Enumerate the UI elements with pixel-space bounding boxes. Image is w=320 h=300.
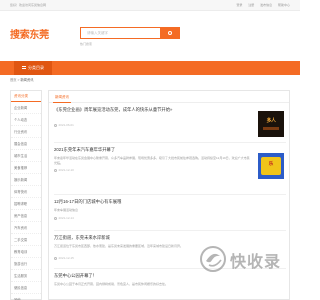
article-date: 2021-12-10: [54, 168, 286, 172]
sidebar-item[interactable]: 房产信息: [11, 210, 41, 222]
sidebar-item[interactable]: 个人动态: [11, 114, 41, 126]
article-summary: 东莞中心公园于本月正式开幕，园内绿树成荫、景色宜人，是市民休闲娱乐的好去处。: [54, 282, 169, 286]
article-summary: 年末车展活动信息: [54, 208, 79, 212]
hot-search-label: 热门搜索: [80, 42, 93, 46]
tab-news[interactable]: 新闻资讯: [55, 95, 69, 100]
breadcrumb-home[interactable]: 首页: [10, 78, 17, 82]
article-title[interactable]: 《东莞企业画》周年展览活动东莞，成年人的快乐从童节开始»: [54, 107, 254, 113]
search-icon: [168, 31, 172, 36]
article-summary: 年末嘉年华活动在东莞会展中心隆重开幕，众多汽车品牌参展，现场优惠多多，吸引了大批…: [54, 156, 250, 165]
clock-icon: [54, 216, 57, 220]
sidebar-item[interactable]: 其他: [11, 294, 41, 300]
header: 搜索东莞 请输入关键字 热门搜索: [0, 11, 300, 61]
article-thumbnail[interactable]: 多人: [258, 111, 284, 137]
sidebar-item[interactable]: 行业资讯: [11, 126, 41, 138]
help-link[interactable]: 帮助中心: [278, 3, 290, 7]
site-logo[interactable]: 搜索东莞: [10, 26, 49, 41]
sidebar-item[interactable]: 教育培训: [11, 246, 41, 258]
sidebar-item[interactable]: 旅游出行: [11, 258, 41, 270]
tab-underline: [49, 101, 289, 103]
search-input[interactable]: 请输入关键字: [87, 31, 108, 36]
list-item[interactable]: 《东莞企业画》周年展览活动东莞，成年人的快乐从童节开始» 2021-06-01 …: [54, 107, 286, 143]
post-link[interactable]: 发布信息: [260, 3, 272, 7]
watermark: 快收录: [200, 240, 300, 280]
top-bar: 您好！欢迎访问东莞信息网 登录 注册 发布信息 帮助中心: [0, 0, 300, 11]
sidebar-item[interactable]: 汽车资讯: [11, 222, 41, 234]
search-box: 请输入关键字: [80, 27, 180, 39]
register-link[interactable]: 注册: [248, 3, 254, 7]
welcome-text: 您好！欢迎访问东莞信息网: [10, 3, 47, 7]
sidebar-item[interactable]: 企业新闻: [11, 102, 41, 114]
watermark-text: 快收录: [230, 252, 282, 271]
article-date: 2021-12-14: [54, 216, 286, 220]
sidebar-title: 资讯分类: [11, 91, 41, 102]
sidebar-item[interactable]: 便民信息: [11, 282, 41, 294]
nav-item-label: 分类目录: [28, 65, 44, 70]
sidebar-item[interactable]: 城市生活: [11, 150, 41, 162]
sidebar-item[interactable]: 二手交易: [11, 234, 41, 246]
article-thumbnail[interactable]: 乐: [258, 153, 284, 179]
list-item[interactable]: 12月16-17日的门店城中心有车展哦 年末车展活动信息 2021-12-14: [54, 199, 286, 231]
article-summary: 万江街道位于东莞市区西部，依水而建，是东莞未来发展的重要区域，近年来城市建设日新…: [54, 244, 184, 248]
top-links: 登录 注册 发布信息 帮助中心: [231, 3, 290, 7]
watermark-logo-icon: [200, 246, 226, 272]
breadcrumb-current: 新闻资讯: [20, 78, 34, 82]
clock-icon: [54, 256, 57, 260]
sidebar: 资讯分类 企业新闻 个人动态 行业资讯 展会信息 城市生活 美食推荐 娱乐新闻 …: [10, 90, 42, 300]
game-logo-icon: 多人: [266, 118, 276, 124]
article-date: 2021-06-01: [54, 123, 286, 127]
clock-icon: [54, 123, 57, 127]
nav-item-categories[interactable]: 分类目录: [14, 61, 52, 75]
breadcrumb: 首页 > 新闻资讯: [10, 77, 34, 82]
main-nav: 分类目录: [0, 61, 300, 75]
sidebar-item[interactable]: 体育快讯: [11, 186, 41, 198]
sidebar-item[interactable]: 生活服务: [11, 270, 41, 282]
article-title[interactable]: 2021东莞年末汽车嘉年华开幕了: [54, 147, 254, 153]
login-link[interactable]: 登录: [236, 3, 242, 7]
menu-icon: [22, 66, 26, 70]
thumbnail-bar: [263, 127, 279, 130]
sidebar-item[interactable]: 美食推荐: [11, 162, 41, 174]
sidebar-item[interactable]: 展会信息: [11, 138, 41, 150]
game-title-icon: 乐: [268, 161, 274, 166]
search-button[interactable]: [160, 27, 180, 39]
clock-icon: [54, 168, 57, 172]
article-title[interactable]: 12月16-17日的门店城中心有车展哦: [54, 199, 286, 205]
sidebar-item[interactable]: 招聘求职: [11, 198, 41, 210]
sidebar-item[interactable]: 娱乐新闻: [11, 174, 41, 186]
list-item[interactable]: 2021东莞年末汽车嘉年华开幕了 年末嘉年华活动在东莞会展中心隆重开幕，众多汽车…: [54, 147, 286, 195]
